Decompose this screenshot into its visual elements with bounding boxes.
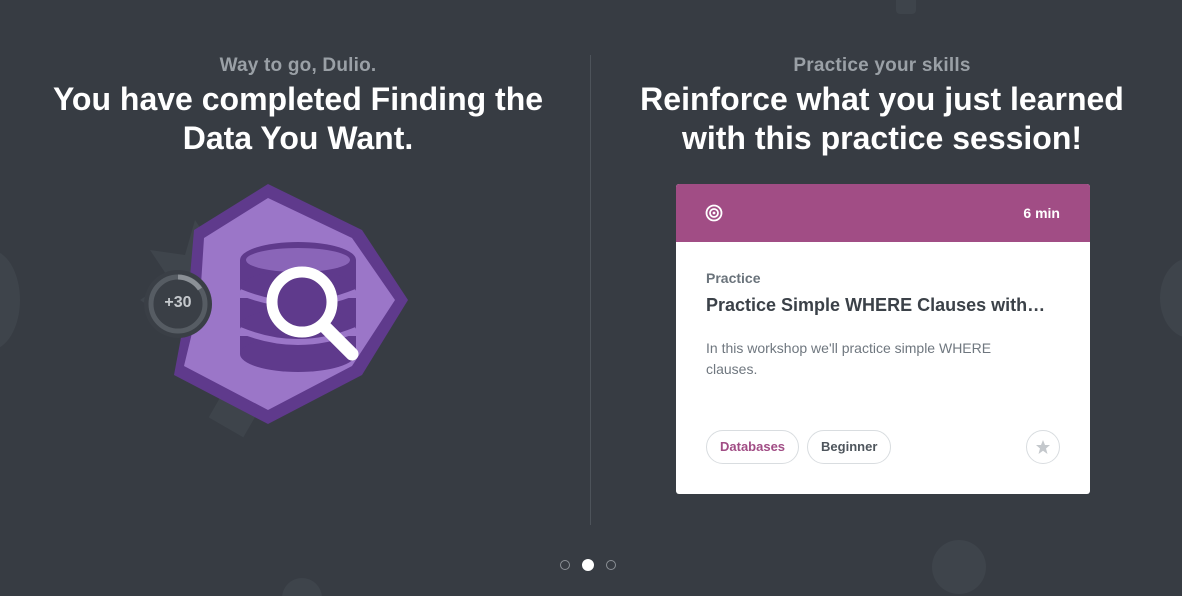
duration-label: 6 min xyxy=(1023,205,1060,221)
practice-panel: Practice your skills Reinforce what you … xyxy=(604,54,1160,158)
panel-divider xyxy=(590,55,591,525)
card-body: Practice Practice Simple WHERE Clauses w… xyxy=(676,242,1090,380)
bookmark-button[interactable] xyxy=(1026,430,1060,464)
page-dot-2[interactable] xyxy=(582,559,594,571)
background-square xyxy=(896,0,916,14)
card-type: Practice xyxy=(706,270,761,286)
tag-databases[interactable]: Databases xyxy=(706,430,800,464)
points-label: +30 xyxy=(164,294,192,311)
target-icon xyxy=(705,204,723,222)
tag-list: Databases Beginner xyxy=(706,430,892,464)
star-icon xyxy=(1036,440,1050,454)
card-title[interactable]: Practice Simple WHERE Clauses with… xyxy=(706,294,1060,316)
completion-screen: Way to go, Dulio. You have completed Fin… xyxy=(0,0,1182,596)
practice-eyebrow: Practice your skills xyxy=(793,55,971,76)
practice-card[interactable]: 6 min Practice Practice Simple WHERE Cla… xyxy=(676,184,1090,494)
page-dot-1[interactable] xyxy=(560,560,570,570)
course-badge: +30 xyxy=(140,180,420,430)
background-circle xyxy=(1160,258,1182,338)
background-circle xyxy=(0,250,20,350)
completion-panel: Way to go, Dulio. You have completed Fin… xyxy=(20,54,576,158)
congrats-eyebrow: Way to go, Dulio. xyxy=(219,55,377,76)
card-header: 6 min xyxy=(676,184,1090,242)
card-description: In this workshop we'll practice simple W… xyxy=(706,340,992,377)
page-dot-3[interactable] xyxy=(606,560,616,570)
practice-headline: Reinforce what you just learned with thi… xyxy=(640,81,1124,156)
pagination-dots xyxy=(560,559,616,571)
background-circle xyxy=(932,540,986,594)
completion-headline: You have completed Finding the Data You … xyxy=(52,81,544,156)
tag-beginner[interactable]: Beginner xyxy=(807,430,892,464)
background-circle xyxy=(282,578,322,596)
